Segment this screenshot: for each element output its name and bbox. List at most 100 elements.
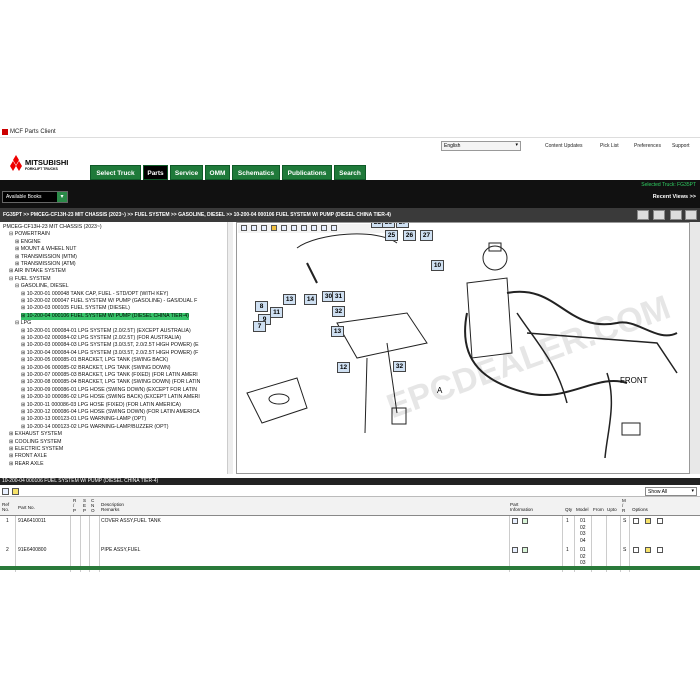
settings-icon[interactable] — [331, 225, 337, 231]
content-updates-link[interactable]: Content Updates — [545, 143, 583, 149]
show-filter-select[interactable]: Show All ▾ — [645, 487, 697, 496]
callout-label[interactable]: 32 — [393, 361, 406, 372]
image-icon[interactable] — [657, 518, 663, 524]
tree-item[interactable]: ⊞ 10-200-07 000085-03 BRACKET, LPG TANK … — [21, 372, 198, 379]
expand-icon[interactable] — [670, 210, 682, 220]
tree-item[interactable]: ⊞ 10-200-04 000084-04 LPG SYSTEM (3.0/3.… — [21, 350, 198, 357]
parts-diagram[interactable]: EPCDEALER.COM A FRONT 25 26 27 25 26 27 … — [236, 222, 690, 474]
zoom-in-icon[interactable] — [241, 225, 247, 231]
tree-item[interactable]: ⊞ 10-200-14 000123-02 LPG WARNING-LAMP/B… — [21, 424, 168, 431]
col-sep[interactable]: S E P — [83, 498, 86, 513]
col-upto[interactable]: Upto — [607, 507, 617, 512]
tree-item[interactable]: ⊞ 10-200-12 000086-04 LPG HOSE (SWING DO… — [21, 409, 200, 416]
note-icon[interactable] — [645, 547, 651, 553]
tree-item[interactable]: ⊞ 10-200-13 000123-01 LPG WARNING-LAMP (… — [21, 416, 146, 423]
table-row[interactable]: 1 91A6410011 COVER ASSY,FUEL TANK 1 S 01 02 03 0… — [0, 516, 700, 546]
diagram-scrollbar[interactable] — [690, 222, 700, 474]
tree-item[interactable]: ⊞ MOUNT & WHEEL NUT — [15, 246, 76, 253]
callout-label[interactable]: 11 — [270, 307, 283, 318]
tree-item[interactable]: ⊞ 10-200-05 000085-01 BRACKET, LPG TANK … — [21, 357, 168, 364]
callout-label[interactable]: 13 — [331, 326, 344, 337]
tree-item[interactable]: ⊞ TRANSMISSION (ATM) — [15, 261, 76, 268]
tree-item[interactable]: ⊞ REAR AXLE — [9, 461, 44, 468]
rotate-icon[interactable] — [301, 225, 307, 231]
recent-views-link[interactable]: Recent Views >> — [653, 194, 696, 200]
callout-label[interactable]: 12 — [337, 362, 350, 373]
recycle-icon[interactable] — [522, 518, 528, 524]
callout-label[interactable]: 10 — [431, 260, 444, 271]
print-icon[interactable] — [291, 225, 297, 231]
tab-parts[interactable]: Parts — [143, 165, 168, 180]
part-info-icon[interactable] — [512, 547, 518, 553]
tree-item[interactable]: ⊞ ELECTRIC SYSTEM — [9, 446, 63, 453]
tree-item[interactable]: ⊞ 10-200-03 000084-03 LPG SYSTEM (3.0/3.… — [21, 342, 199, 349]
callout-label[interactable]: 26 — [382, 223, 395, 228]
fit-icon[interactable] — [261, 225, 267, 231]
callout-label[interactable]: 8 — [255, 301, 268, 312]
support-link[interactable]: Support — [672, 143, 690, 149]
tree-item[interactable]: ⊞ ENGINE — [15, 239, 41, 246]
tree-item[interactable]: ⊞ COOLING SYSTEM — [9, 439, 61, 446]
tree-item[interactable]: ⊞ AIR INTAKE SYSTEM — [9, 268, 66, 275]
list-view-icon[interactable] — [637, 210, 649, 220]
col-rp[interactable]: R / P — [73, 498, 76, 513]
image-icon[interactable] — [657, 547, 663, 553]
preferences-link[interactable]: Preferences — [634, 143, 661, 149]
col-ref[interactable]: Ref No. — [2, 502, 10, 512]
col-description[interactable]: Description Remarks — [101, 502, 141, 512]
col-part-info[interactable]: Part Information — [510, 502, 540, 512]
tree-item[interactable]: ⊟ LPG — [15, 320, 31, 327]
tree-item[interactable]: ⊞ 10-200-01 000084-01 LPG SYSTEM (2.0/2.… — [21, 328, 191, 335]
tab-omm[interactable]: OMM — [205, 165, 230, 180]
zoom-out-icon[interactable] — [251, 225, 257, 231]
recycle-icon[interactable] — [522, 547, 528, 553]
pan-icon[interactable] — [271, 225, 277, 231]
tree-item[interactable]: ⊞ 10-200-04 000106 FUEL SYSTEM W/ PUMP (… — [21, 312, 189, 320]
tree-item[interactable]: ⊟ FUEL SYSTEM — [9, 276, 51, 283]
tree-item[interactable]: ⊞ 10-200-09 000086-01 LPG HOSE (SWING DO… — [21, 387, 197, 394]
tab-schematics[interactable]: Schematics — [232, 165, 280, 180]
language-select[interactable]: English ▾ — [441, 141, 521, 151]
tree-item[interactable]: ⊞ EXHAUST SYSTEM — [9, 431, 62, 438]
col-part-no[interactable]: Part No. — [18, 505, 35, 510]
col-qty[interactable]: Qty — [565, 507, 572, 512]
callout-label[interactable]: 13 — [283, 294, 296, 305]
tab-search[interactable]: Search — [334, 165, 366, 180]
pick-list-link[interactable]: Pick List — [600, 143, 619, 149]
col-cno[interactable]: C N O — [91, 498, 95, 513]
comment-icon[interactable] — [2, 488, 9, 495]
comment-icon[interactable] — [633, 518, 639, 524]
tree-scrollbar[interactable] — [227, 222, 233, 474]
callout-label[interactable]: 31 — [332, 291, 345, 302]
callout-label[interactable]: 7 — [253, 321, 266, 332]
col-model[interactable]: Model — [576, 507, 589, 512]
callout-label[interactable]: 27 — [420, 230, 433, 241]
select-icon[interactable] — [281, 225, 287, 231]
tree-item[interactable]: ⊞ 10-200-06 000085-02 BRACKET, LPG TANK … — [21, 365, 170, 372]
tree-item[interactable]: ⊞ 10-200-02 000047 FUEL SYSTEM W/ PUMP (… — [21, 298, 197, 305]
callout-label[interactable]: 32 — [332, 306, 345, 317]
tree-item[interactable]: ⊞ 10-200-03 000105 FUEL SYSTEM (DIESEL) — [21, 305, 130, 312]
callout-label[interactable]: 26 — [403, 230, 416, 241]
print-icon[interactable] — [653, 210, 665, 220]
comment-icon[interactable] — [633, 547, 639, 553]
callout-label[interactable]: 27 — [396, 223, 409, 228]
tree-item[interactable]: ⊟ GASOLINE, DIESEL — [15, 283, 69, 290]
col-mr[interactable]: M / R — [622, 498, 626, 513]
part-info-icon[interactable] — [512, 518, 518, 524]
tree-item[interactable]: ⊞ TRANSMISSION (MTM) — [15, 254, 77, 261]
collapse-icon[interactable] — [685, 210, 697, 220]
note-icon[interactable] — [645, 518, 651, 524]
tab-service[interactable]: Service — [170, 165, 203, 180]
col-from[interactable]: From — [593, 507, 604, 512]
magnify-icon[interactable] — [321, 225, 327, 231]
tree-item[interactable]: PMCEG-CF13H-23 MIT CHASSIS (2023~) — [3, 224, 102, 231]
tree-item[interactable]: ⊞ 10-200-10 000086-02 LPG HOSE (SWING BA… — [21, 394, 200, 401]
tab-publications[interactable]: Publications — [282, 165, 332, 180]
col-options[interactable]: Options — [632, 507, 648, 512]
callout-label[interactable]: 14 — [304, 294, 317, 305]
tab-select-truck[interactable]: Select Truck — [90, 165, 141, 180]
available-books-select[interactable]: Available Books ▾ — [2, 191, 68, 203]
tree-item[interactable]: ⊞ 10-200-02 000084-02 LPG SYSTEM (2.0/2.… — [21, 335, 181, 342]
reset-icon[interactable] — [311, 225, 317, 231]
